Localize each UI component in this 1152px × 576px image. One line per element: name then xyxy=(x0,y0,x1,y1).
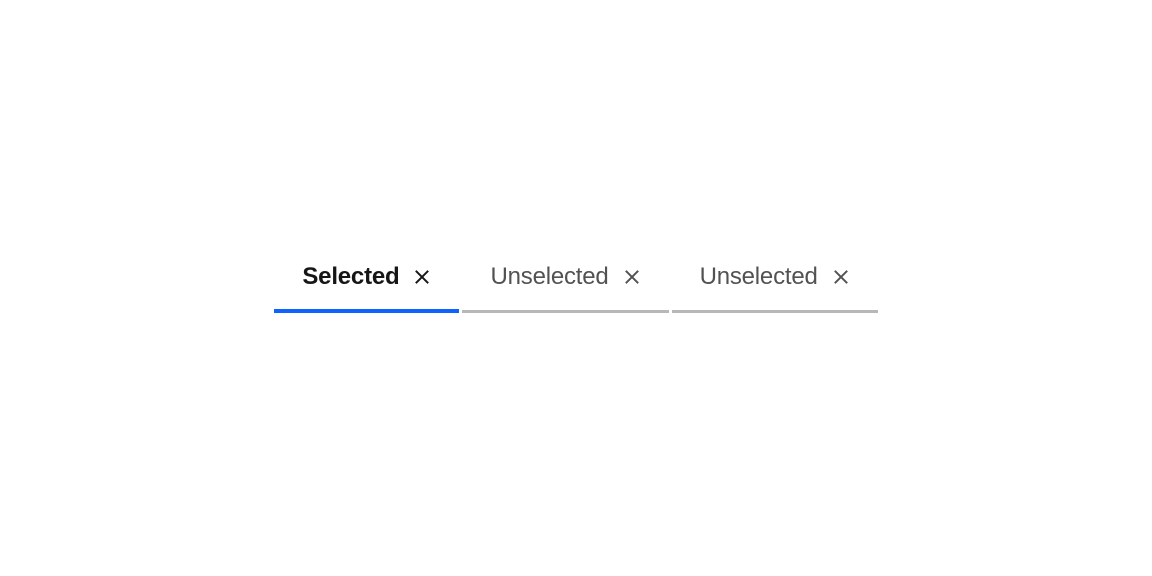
tab-selected[interactable]: Selected xyxy=(274,263,459,314)
tab-list: Selected Unselected Unselected xyxy=(274,263,877,314)
tab-unselected-2[interactable]: Unselected xyxy=(672,263,878,314)
tab-label: Unselected xyxy=(700,263,818,292)
close-icon[interactable] xyxy=(623,268,641,286)
close-icon[interactable] xyxy=(413,268,431,286)
close-icon[interactable] xyxy=(832,268,850,286)
tab-unselected-1[interactable]: Unselected xyxy=(462,263,668,314)
tab-label: Selected xyxy=(302,263,399,292)
tab-label: Unselected xyxy=(490,263,608,292)
